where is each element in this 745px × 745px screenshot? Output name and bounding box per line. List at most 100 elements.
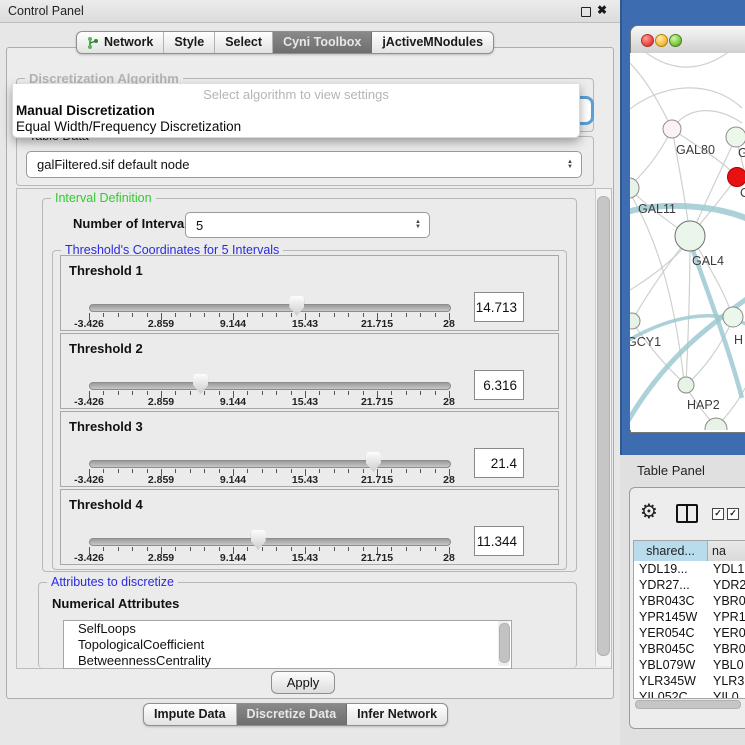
network-edge[interactable]	[686, 236, 690, 383]
checkbox-icon[interactable]: ✓	[712, 508, 724, 520]
threshold-value-field[interactable]: 21.4	[474, 448, 524, 478]
network-canvas[interactable]: GAL80GACGAL11GAL4GCY1HHAP2	[630, 53, 745, 430]
network-node[interactable]	[630, 178, 639, 198]
minor-tick	[291, 313, 292, 317]
threshold-value-field[interactable]: 6.316	[474, 370, 524, 400]
minor-tick	[406, 469, 407, 473]
tab-style[interactable]: Style	[164, 32, 215, 53]
minor-tick	[435, 313, 436, 317]
attribute-list-item[interactable]: TopologicalCoefficient	[64, 637, 511, 653]
algorithm-option-manual[interactable]: Manual Discretization	[16, 103, 155, 118]
tab-cyni-toolbox[interactable]: Cyni Toolbox	[273, 32, 372, 53]
attributes-scrollbar[interactable]	[498, 621, 509, 666]
network-node[interactable]	[663, 120, 681, 138]
table-row[interactable]: YER054CYER0	[634, 625, 745, 641]
attribute-list-item[interactable]: BetweennessCentrality	[64, 653, 511, 669]
minor-tick	[103, 469, 104, 473]
table-horizontal-scrollbar[interactable]	[634, 699, 745, 708]
table-row[interactable]: YBL079WYBL0	[634, 657, 745, 673]
network-edge[interactable]	[694, 177, 737, 231]
numerical-attributes-list[interactable]: SelfLoopsTopologicalCoefficientBetweenne…	[63, 620, 512, 669]
tab-discretize-data[interactable]: Discretize Data	[237, 704, 348, 725]
network-node-label: GA	[738, 146, 745, 160]
minimize-traffic-light-icon[interactable]	[655, 34, 668, 47]
tick-label: 15.43	[277, 396, 333, 408]
tick-label: -3.426	[61, 318, 117, 330]
float-window-icon[interactable]	[581, 7, 591, 17]
threshold-slider-thumb[interactable]	[366, 452, 381, 472]
threshold-slider-thumb[interactable]	[251, 530, 266, 550]
minor-tick	[219, 547, 220, 551]
table-row[interactable]: YIL052CYIL0	[634, 689, 745, 699]
minor-tick	[132, 313, 133, 317]
network-node[interactable]	[723, 307, 743, 327]
checkbox-icon[interactable]: ✓	[727, 508, 739, 520]
spinner-arrows-icon: ▲▼	[407, 220, 429, 230]
node-table[interactable]: shared... na YDL19...YDL1YDR27...YDR2YBR…	[633, 540, 745, 699]
network-edge[interactable]	[630, 88, 742, 113]
attributes-scrollbar-thumb[interactable]	[499, 623, 510, 663]
network-edge[interactable]	[672, 111, 742, 129]
network-node[interactable]	[705, 418, 727, 430]
threshold-value-field[interactable]: 14.713	[474, 292, 524, 322]
table-row[interactable]: YPR145WYPR1	[634, 609, 745, 625]
network-edge[interactable]	[630, 58, 672, 129]
minor-tick	[190, 313, 191, 317]
column-header-name[interactable]: na	[708, 541, 745, 561]
table-row[interactable]: YBR043CYBR0	[634, 593, 745, 609]
network-edge[interactable]	[630, 190, 684, 381]
minor-tick	[204, 547, 205, 551]
tick-label: 28	[421, 474, 477, 486]
close-icon[interactable]: ✖	[597, 3, 607, 17]
threshold-slider-track[interactable]	[89, 538, 451, 546]
network-edge[interactable]	[630, 129, 672, 188]
network-node[interactable]	[678, 377, 694, 393]
minor-tick	[276, 391, 277, 395]
threshold-label: Threshold 4	[69, 497, 143, 512]
tab-label: Discretize Data	[247, 704, 337, 725]
columns-icon[interactable]	[676, 504, 698, 523]
table-row[interactable]: YLR345WYLR3	[634, 673, 745, 689]
minor-tick	[391, 547, 392, 551]
algorithm-option-equal-width[interactable]: Equal Width/Frequency Discretization	[16, 119, 241, 134]
tab-select[interactable]: Select	[215, 32, 273, 53]
threshold-slider-thumb[interactable]	[193, 374, 208, 394]
attribute-list-item[interactable]: SelfLoops	[64, 621, 511, 637]
tick-label: 2.859	[133, 474, 189, 486]
table-data-combobox[interactable]: galFiltered.sif default node ▲▼	[26, 151, 582, 178]
apply-button[interactable]: Apply	[271, 671, 335, 694]
vertical-scrollbar-thumb[interactable]	[597, 196, 610, 656]
number-of-intervals-spinner[interactable]: 5 ▲▼	[185, 212, 430, 238]
table-row[interactable]: YBR045CYBR0	[634, 641, 745, 657]
table-horizontal-scrollbar-thumb[interactable]	[635, 700, 741, 709]
threshold-slider-track[interactable]	[89, 460, 451, 468]
minor-tick	[175, 313, 176, 317]
network-node[interactable]	[726, 127, 745, 147]
network-edge[interactable]	[640, 53, 730, 67]
minor-tick	[435, 547, 436, 551]
column-header-shared-name[interactable]: shared...	[634, 541, 708, 561]
tab-impute-data[interactable]: Impute Data	[144, 704, 237, 725]
algorithm-popup: Select algorithm to view settings Manual…	[12, 84, 580, 138]
network-node[interactable]	[675, 221, 705, 251]
table-row[interactable]: YDR27...YDR2	[634, 577, 745, 593]
tick-label: -3.426	[61, 552, 117, 564]
minor-tick	[219, 469, 220, 473]
minor-tick	[118, 313, 119, 317]
tab-infer-network[interactable]: Infer Network	[347, 704, 447, 725]
gear-icon[interactable]: ⚙	[640, 501, 658, 521]
network-node[interactable]	[630, 313, 640, 329]
network-node-label: C	[740, 186, 745, 200]
tab-jactivemnodules[interactable]: jActiveMNodules	[372, 32, 493, 53]
network-node[interactable]	[728, 168, 745, 187]
network-edge[interactable]	[633, 323, 682, 381]
zoom-traffic-light-icon[interactable]	[669, 34, 682, 47]
table-row[interactable]: YDL19...YDL1	[634, 561, 745, 577]
threshold-slider-track[interactable]	[89, 304, 451, 312]
threshold-value-field[interactable]: 11.344	[474, 526, 524, 556]
threshold-slider-track[interactable]	[89, 382, 451, 390]
threshold-panel-4: Threshold 4-3.4262.8599.14415.4321.71528…	[60, 489, 559, 565]
tick-label: 21.715	[349, 396, 405, 408]
tab-network[interactable]: Network	[77, 32, 164, 53]
close-traffic-light-icon[interactable]	[641, 34, 654, 47]
